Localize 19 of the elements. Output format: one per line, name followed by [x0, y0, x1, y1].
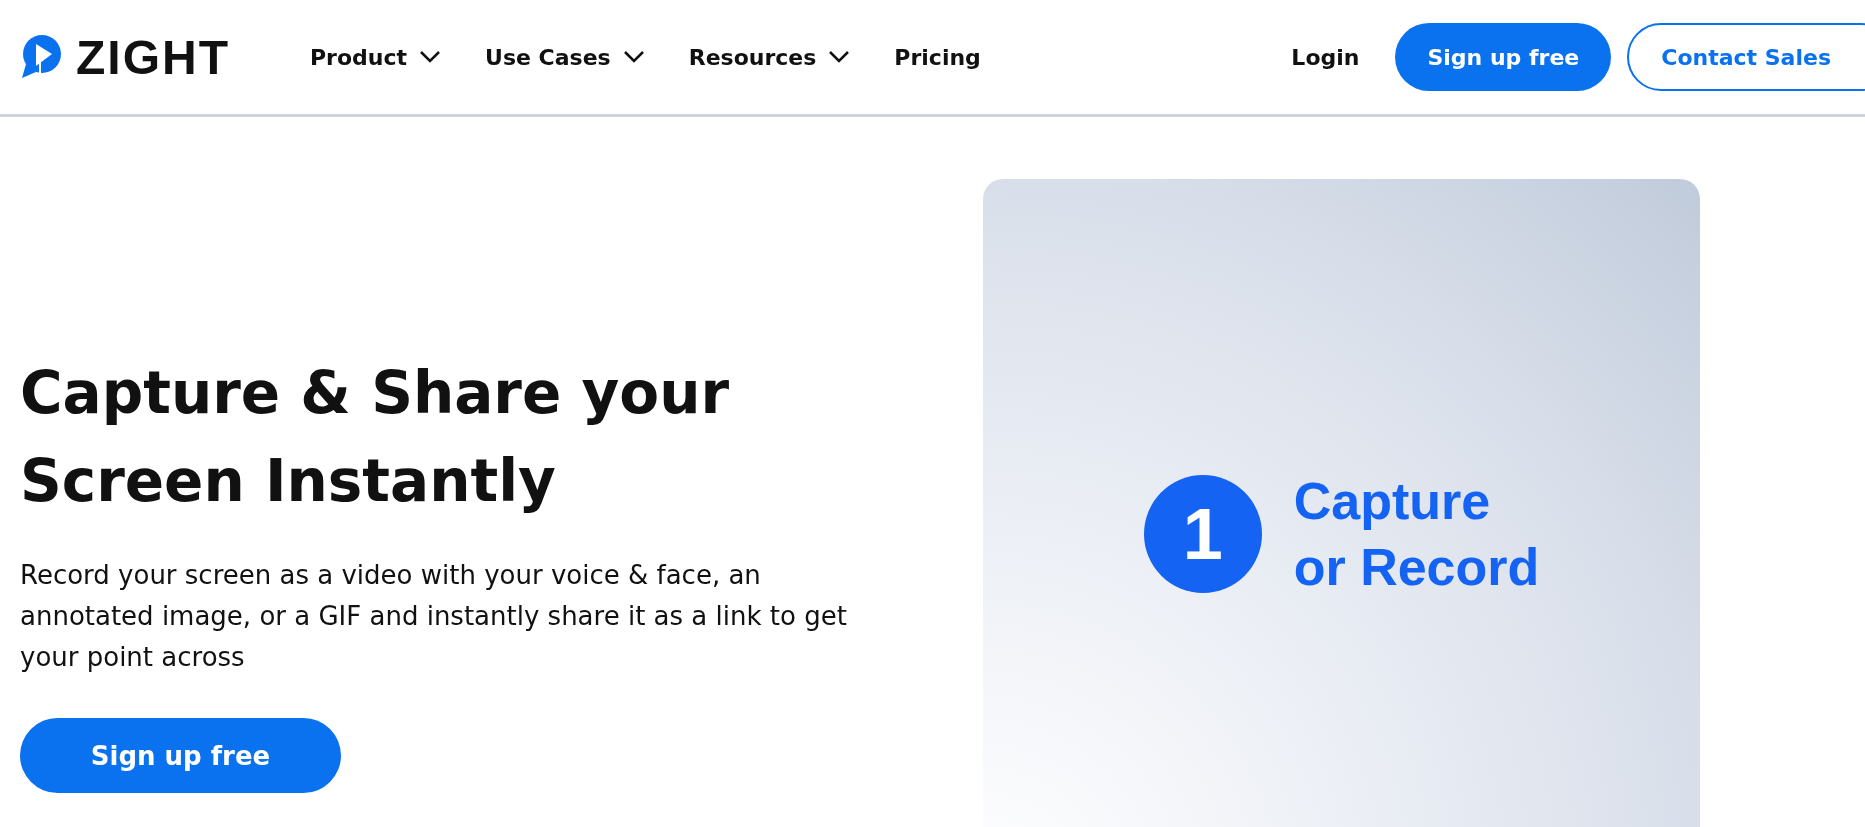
logo-wordmark[interactable]: ZIGHT — [76, 29, 230, 85]
hero-title: Screen Instantly — [20, 446, 556, 517]
hero-title: Capture & Share your — [20, 358, 730, 429]
caret-icon — [622, 50, 645, 64]
hero-description: Record your screen as a video with your voice & face, an annotated image, or a GIF and instantly share it as a link to get your point across — [20, 559, 848, 674]
nav-link[interactable]: Use Cases — [485, 44, 645, 70]
step-number: 1 — [1143, 475, 1262, 593]
nav-link[interactable]: Pricing — [894, 44, 981, 70]
step-caption: Capture — [1293, 471, 1491, 532]
contact-sales-button[interactable]: Contact Sales — [1627, 23, 1865, 91]
signup-button[interactable]: Sign up free — [20, 718, 341, 793]
step-caption: or Record — [1293, 537, 1540, 598]
nav-link[interactable]: Resources — [688, 44, 851, 70]
signup-button[interactable]: Sign up free — [1395, 23, 1612, 91]
caret-icon — [828, 50, 851, 64]
login-link[interactable]: Login — [1291, 44, 1360, 70]
logo-icon — [20, 34, 62, 80]
nav-link[interactable]: Product — [310, 44, 442, 70]
caret-icon — [419, 50, 442, 64]
